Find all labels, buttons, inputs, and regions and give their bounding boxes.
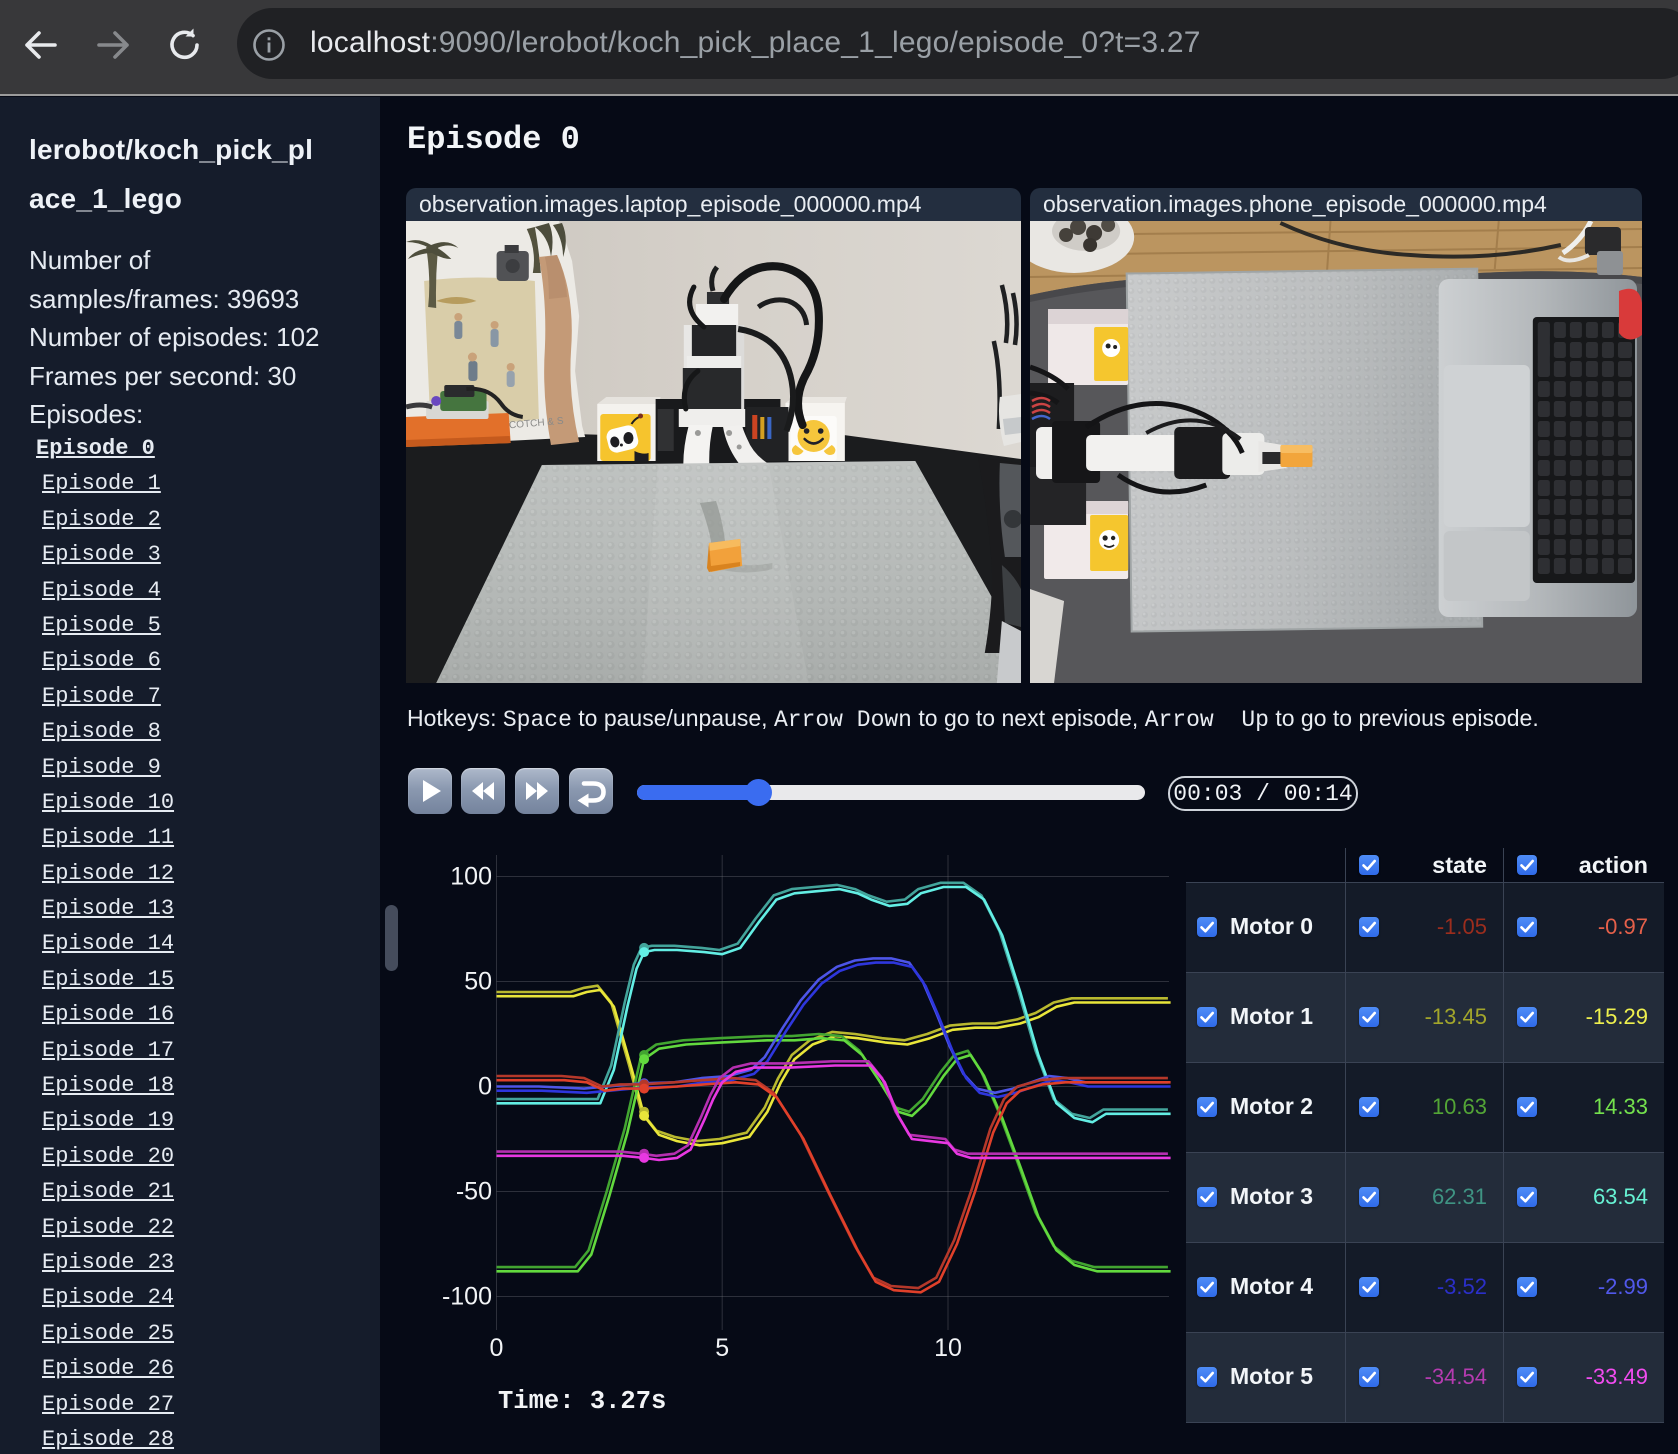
svg-text:-50: -50 [456,1178,492,1206]
svg-text:0: 0 [478,1073,492,1101]
svg-text:5: 5 [715,1334,729,1362]
svg-text:Time: 3.27s: Time: 3.27s [498,1387,666,1416]
svg-text:50: 50 [464,968,492,996]
svg-text:100: 100 [450,863,492,891]
svg-text:0: 0 [490,1334,504,1362]
svg-text:10: 10 [934,1334,962,1362]
svg-text:-100: -100 [442,1283,492,1311]
